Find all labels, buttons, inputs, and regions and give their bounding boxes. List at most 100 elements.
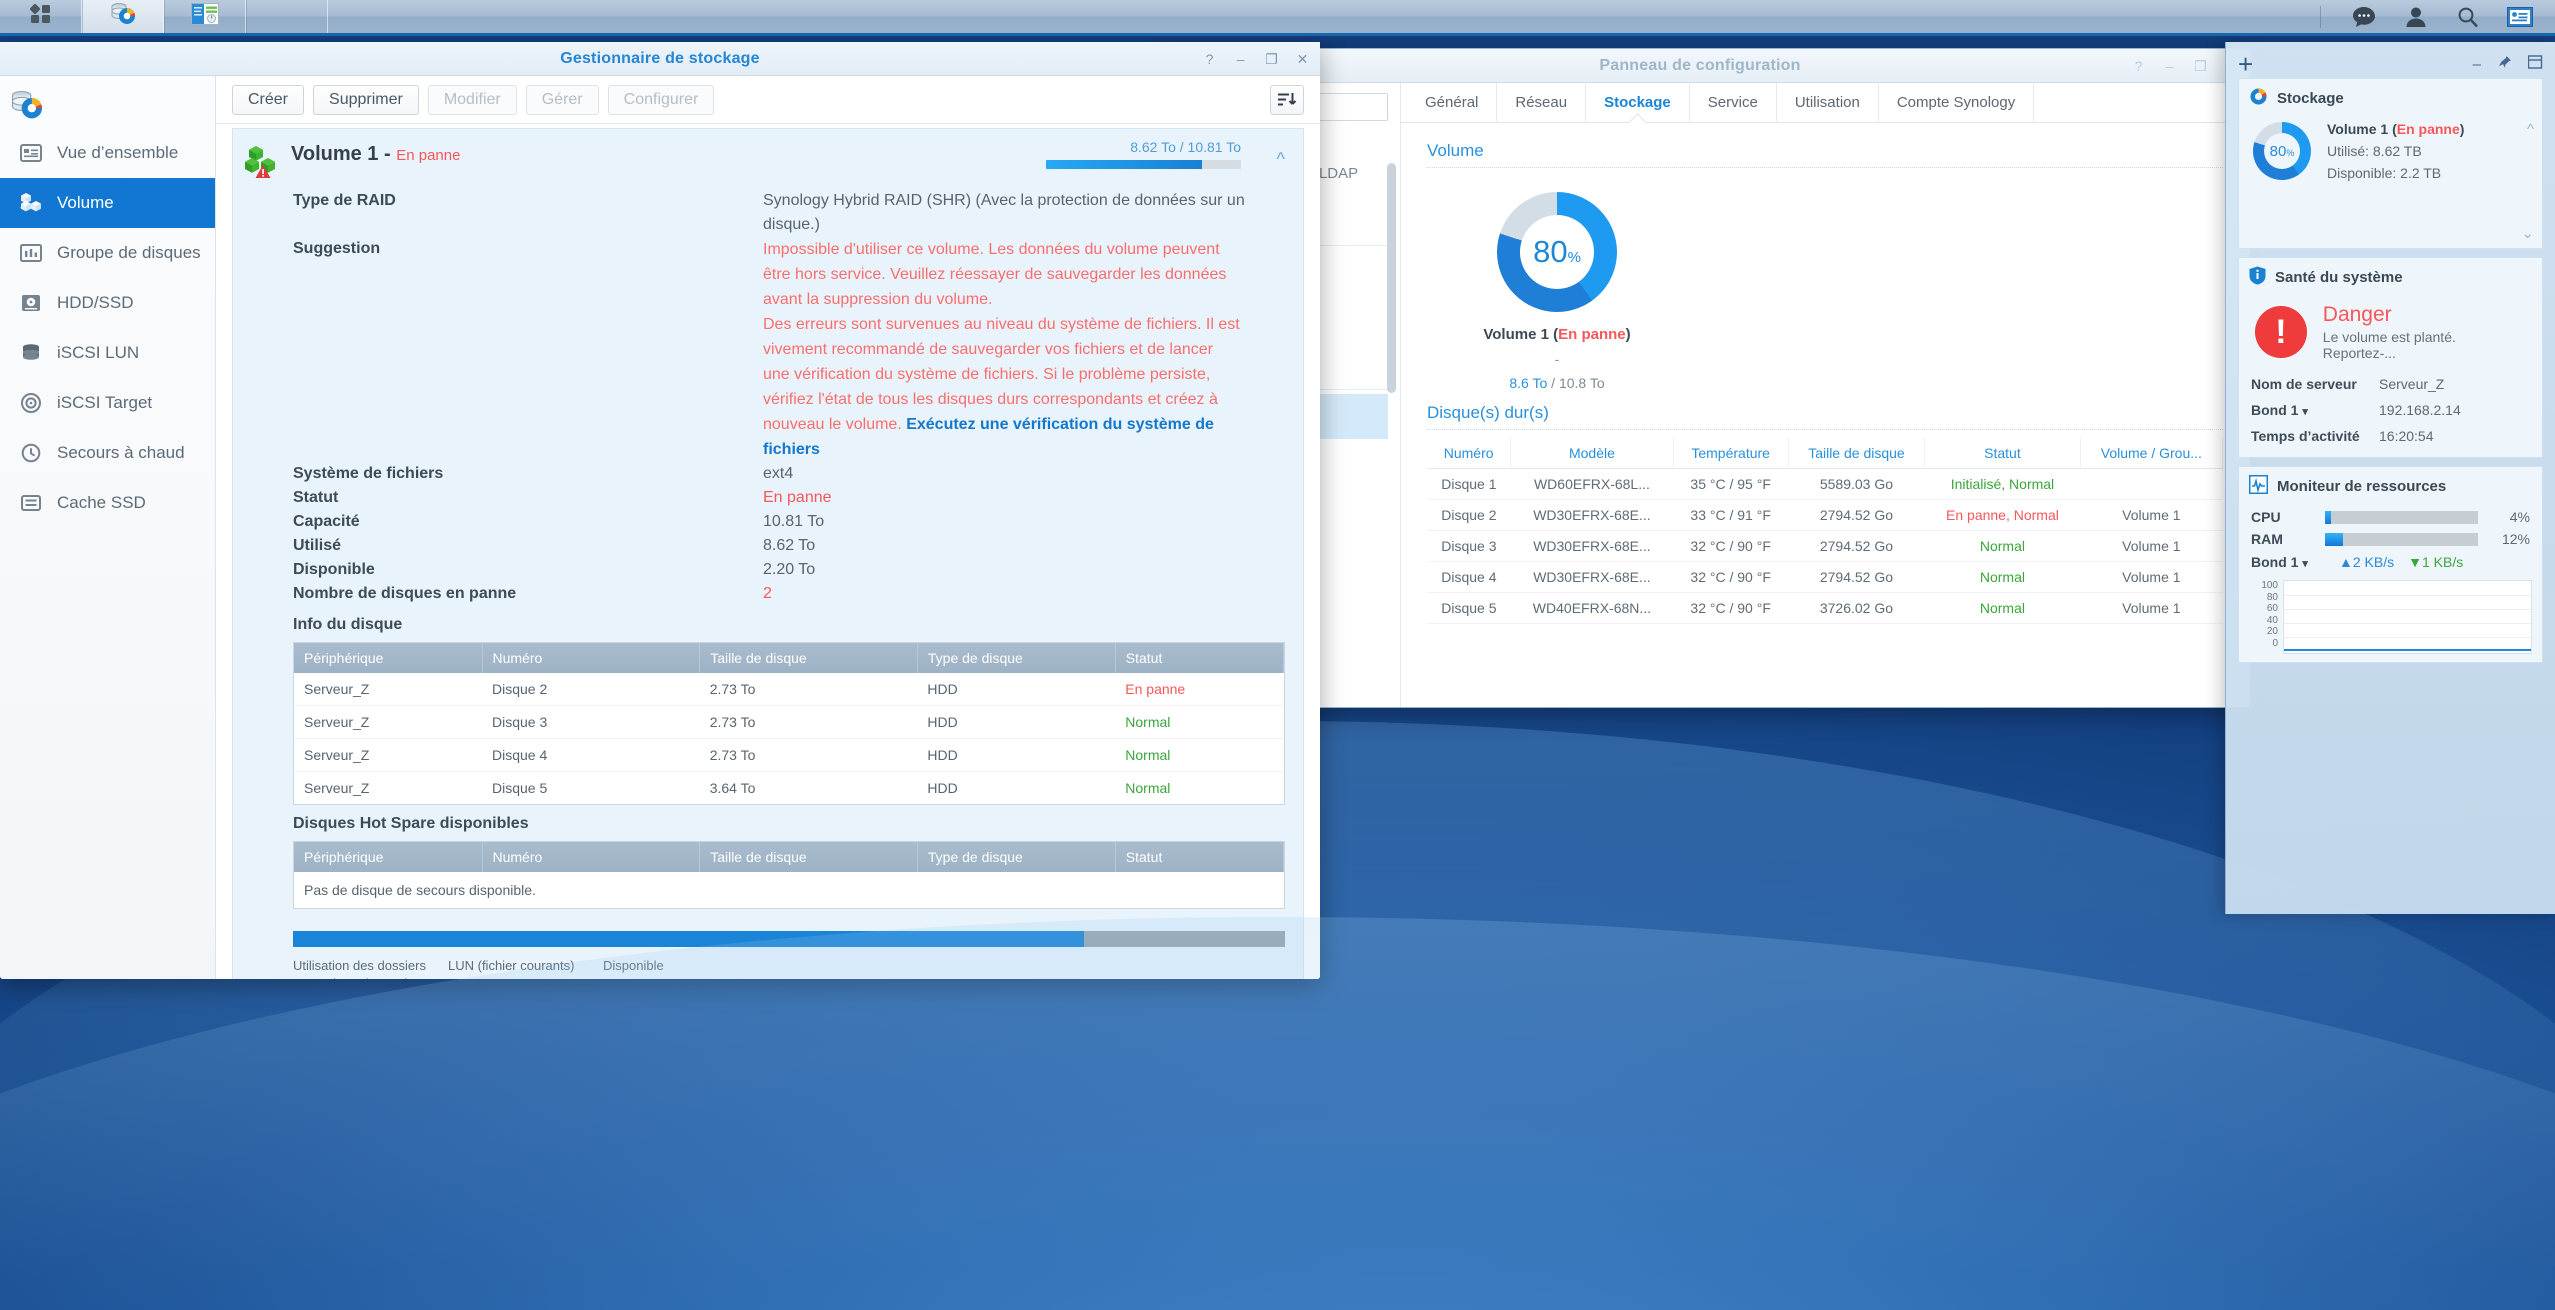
- sidebar-item-volume[interactable]: Volume: [0, 178, 215, 228]
- volume-header: Volume 1 - En panne 8.62 To / 10.81 To ^: [233, 129, 1303, 179]
- hs-col-numero[interactable]: Numéro: [482, 842, 701, 872]
- taskbar-storage-manager[interactable]: [82, 0, 164, 33]
- table-row[interactable]: Serveur_Z Disque 2 2.73 To HDD En panne: [294, 673, 1284, 706]
- hs-col-type-de-disque[interactable]: Type de disque: [917, 842, 1116, 872]
- sidebar-item-cache-ssd[interactable]: Cache SSD: [0, 478, 215, 528]
- system-health-widget[interactable]: Santé du système ! Danger Le volume est …: [2238, 257, 2543, 458]
- donut-hole: 80%: [1520, 215, 1594, 289]
- search-icon[interactable]: [2455, 4, 2481, 30]
- sidebar-item-secours-a-chaud[interactable]: Secours à chaud: [0, 428, 215, 478]
- server-name-label: Nom de serveur: [2251, 376, 2357, 392]
- table-row[interactable]: Serveur_Z Disque 4 2.73 To HDD Normal: [294, 738, 1284, 772]
- tab-compte-synology[interactable]: Compte Synology: [1879, 83, 2035, 122]
- storage-manager-titlebar[interactable]: Gestionnaire de stockage ? – ❐ ✕: [0, 42, 1320, 76]
- property-value: 2: [763, 585, 772, 602]
- cp-col-temperature[interactable]: Température: [1673, 438, 1789, 469]
- cp-col-statut[interactable]: Statut: [1924, 438, 2081, 469]
- chevron-up-icon[interactable]: ^: [2527, 121, 2534, 138]
- table-row[interactable]: Disque 5 WD40EFRX-68N... 32 °C / 90 °F 3726…: [1427, 592, 2223, 624]
- taskbar-apps-menu[interactable]: [0, 0, 82, 33]
- cp-col-taille[interactable]: Taille de disque: [1788, 438, 1926, 469]
- supprimer-button[interactable]: Supprimer: [313, 84, 419, 115]
- help-button[interactable]: ?: [1202, 51, 1217, 67]
- sidebar-item-vue-densemble[interactable]: Vue d’ensemble: [0, 128, 215, 178]
- table-row[interactable]: Disque 1 WD60EFRX-68L... 35 °C / 95 °F 5589…: [1427, 468, 2223, 500]
- col-numero[interactable]: Numéro: [482, 643, 701, 673]
- sort-descending-icon[interactable]: [1270, 84, 1304, 115]
- pin-icon[interactable]: [2497, 55, 2512, 74]
- control-panel-nav-scrollbar[interactable]: [1387, 163, 1396, 393]
- storage-manager-window[interactable]: Gestionnaire de stockage ? – ❐ ✕ Vue d’e…: [0, 42, 1320, 979]
- disk-info-table: Périphérique Numéro Taille de disque Typ…: [293, 642, 1285, 805]
- health-row-server-name: Nom de serveur Serveur_Z: [2249, 371, 2532, 397]
- chevron-up-icon[interactable]: ^: [1277, 149, 1285, 170]
- storage-widget[interactable]: Stockage ^ ⌄ 80% Volume 1 (En panne) Uti…: [2238, 78, 2543, 249]
- sidebar-item-iscsi-target[interactable]: iSCSI Target: [0, 378, 215, 428]
- minimize-button[interactable]: –: [2162, 58, 2177, 74]
- resource-monitor-icon: [2248, 474, 2269, 498]
- resource-monitor-widget[interactable]: Moniteur de ressources CPU 4% RAM 12% Bo…: [2238, 466, 2543, 663]
- cp-col-numero[interactable]: Numéro: [1427, 438, 1512, 469]
- property-label: Système de fichiers: [293, 465, 444, 482]
- tab-stockage[interactable]: Stockage: [1586, 83, 1690, 122]
- configurer-button[interactable]: Configurer: [607, 84, 715, 115]
- taskbar-control-panel[interactable]: [164, 0, 246, 33]
- help-button[interactable]: ?: [2131, 58, 2146, 74]
- add-widget-button[interactable]: +: [2238, 51, 2253, 77]
- widget-layout-icon[interactable]: [2527, 54, 2543, 74]
- tab-utilisation[interactable]: Utilisation: [1777, 83, 1879, 122]
- hs-col-statut[interactable]: Statut: [1115, 842, 1285, 872]
- table-row[interactable]: Serveur_Z Disque 5 3.64 To HDD Normal: [294, 772, 1284, 805]
- maximize-button[interactable]: ❐: [1264, 51, 1279, 67]
- sidebar-label: iSCSI LUN: [57, 343, 140, 362]
- hot-spare-table: Périphérique Numéro Taille de disque Typ…: [293, 841, 1285, 909]
- property-value: 10.81 To: [763, 513, 825, 530]
- table-cell-temp: 32 °C / 90 °F: [1673, 530, 1789, 562]
- network-interface-label[interactable]: Bond 1 ▾: [2251, 554, 2325, 570]
- volume-panel[interactable]: Volume 1 - En panne 8.62 To / 10.81 To ^: [232, 128, 1304, 979]
- minimize-button[interactable]: –: [1233, 51, 1248, 67]
- table-cell-model: WD30EFRX-68E...: [1510, 530, 1674, 562]
- col-type-de-disque[interactable]: Type de disque: [917, 643, 1116, 673]
- col-peripherique[interactable]: Périphérique: [294, 643, 483, 673]
- col-statut[interactable]: Statut: [1115, 643, 1285, 673]
- table-row[interactable]: Disque 2 WD30EFRX-68E... 33 °C / 91 °F 2794…: [1427, 499, 2223, 531]
- cp-col-volume[interactable]: Volume / Grou...: [2080, 438, 2224, 469]
- table-row[interactable]: Disque 3 WD30EFRX-68E... 32 °C / 90 °F 2794…: [1427, 530, 2223, 562]
- table-row[interactable]: Serveur_Z Disque 3 2.73 To HDD Normal: [294, 705, 1284, 739]
- table-row[interactable]: Disque 4 WD30EFRX-68E... 32 °C / 90 °F 2794…: [1427, 561, 2223, 593]
- tab-reseau[interactable]: Réseau: [1497, 83, 1587, 122]
- bond-label[interactable]: Bond 1 ▾: [2251, 402, 2379, 418]
- cp-col-modele[interactable]: Modèle: [1510, 438, 1674, 469]
- modifier-button[interactable]: Modifier: [427, 84, 517, 115]
- col-taille-de-disque[interactable]: Taille de disque: [699, 643, 918, 673]
- hs-col-taille-de-disque[interactable]: Taille de disque: [699, 842, 918, 872]
- legend-label: Utilisation des dossiers partagés et du …: [293, 958, 428, 979]
- tab-service[interactable]: Service: [1690, 83, 1777, 122]
- ram-label: RAM: [2251, 531, 2283, 547]
- control-panel-disks-table: Numéro Modèle Température Taille de disq…: [1427, 438, 2224, 624]
- widget-minimize-button[interactable]: –: [2473, 56, 2481, 73]
- chevron-down-icon[interactable]: ⌄: [2521, 224, 2534, 242]
- person-icon[interactable]: [2403, 4, 2429, 30]
- volume-status-icon: [233, 141, 291, 179]
- sidebar-item-hdd-ssd[interactable]: HDD/SSD: [0, 278, 215, 328]
- hs-col-peripherique[interactable]: Périphérique: [294, 842, 483, 872]
- volume-capacity-indicator: 8.62 To / 10.81 To: [1046, 139, 1241, 169]
- tab-general[interactable]: Général: [1407, 83, 1498, 122]
- chat-bubble-icon[interactable]: [2351, 4, 2377, 30]
- sidebar-label: HDD/SSD: [57, 293, 134, 312]
- close-button[interactable]: ✕: [1295, 51, 1310, 67]
- ram-value: 12%: [2501, 531, 2530, 547]
- widgets-icon[interactable]: [2507, 4, 2533, 30]
- table-cell-device: Serveur_Z: [304, 780, 370, 796]
- table-cell-status: Normal: [1924, 592, 2081, 624]
- suggestion-text-1: Impossible d'utiliser ce volume. Les don…: [763, 241, 1227, 308]
- maximize-button[interactable]: ❐: [2193, 58, 2208, 74]
- taskbar-empty-slot: [246, 0, 328, 33]
- creer-button[interactable]: Créer: [232, 84, 305, 115]
- sidebar-item-groupe-de-disques[interactable]: Groupe de disques: [0, 228, 215, 278]
- gerer-button[interactable]: Gérer: [525, 84, 599, 115]
- graph-plot-area: [2283, 580, 2532, 654]
- sidebar-item-iscsi-lun[interactable]: iSCSI LUN: [0, 328, 215, 378]
